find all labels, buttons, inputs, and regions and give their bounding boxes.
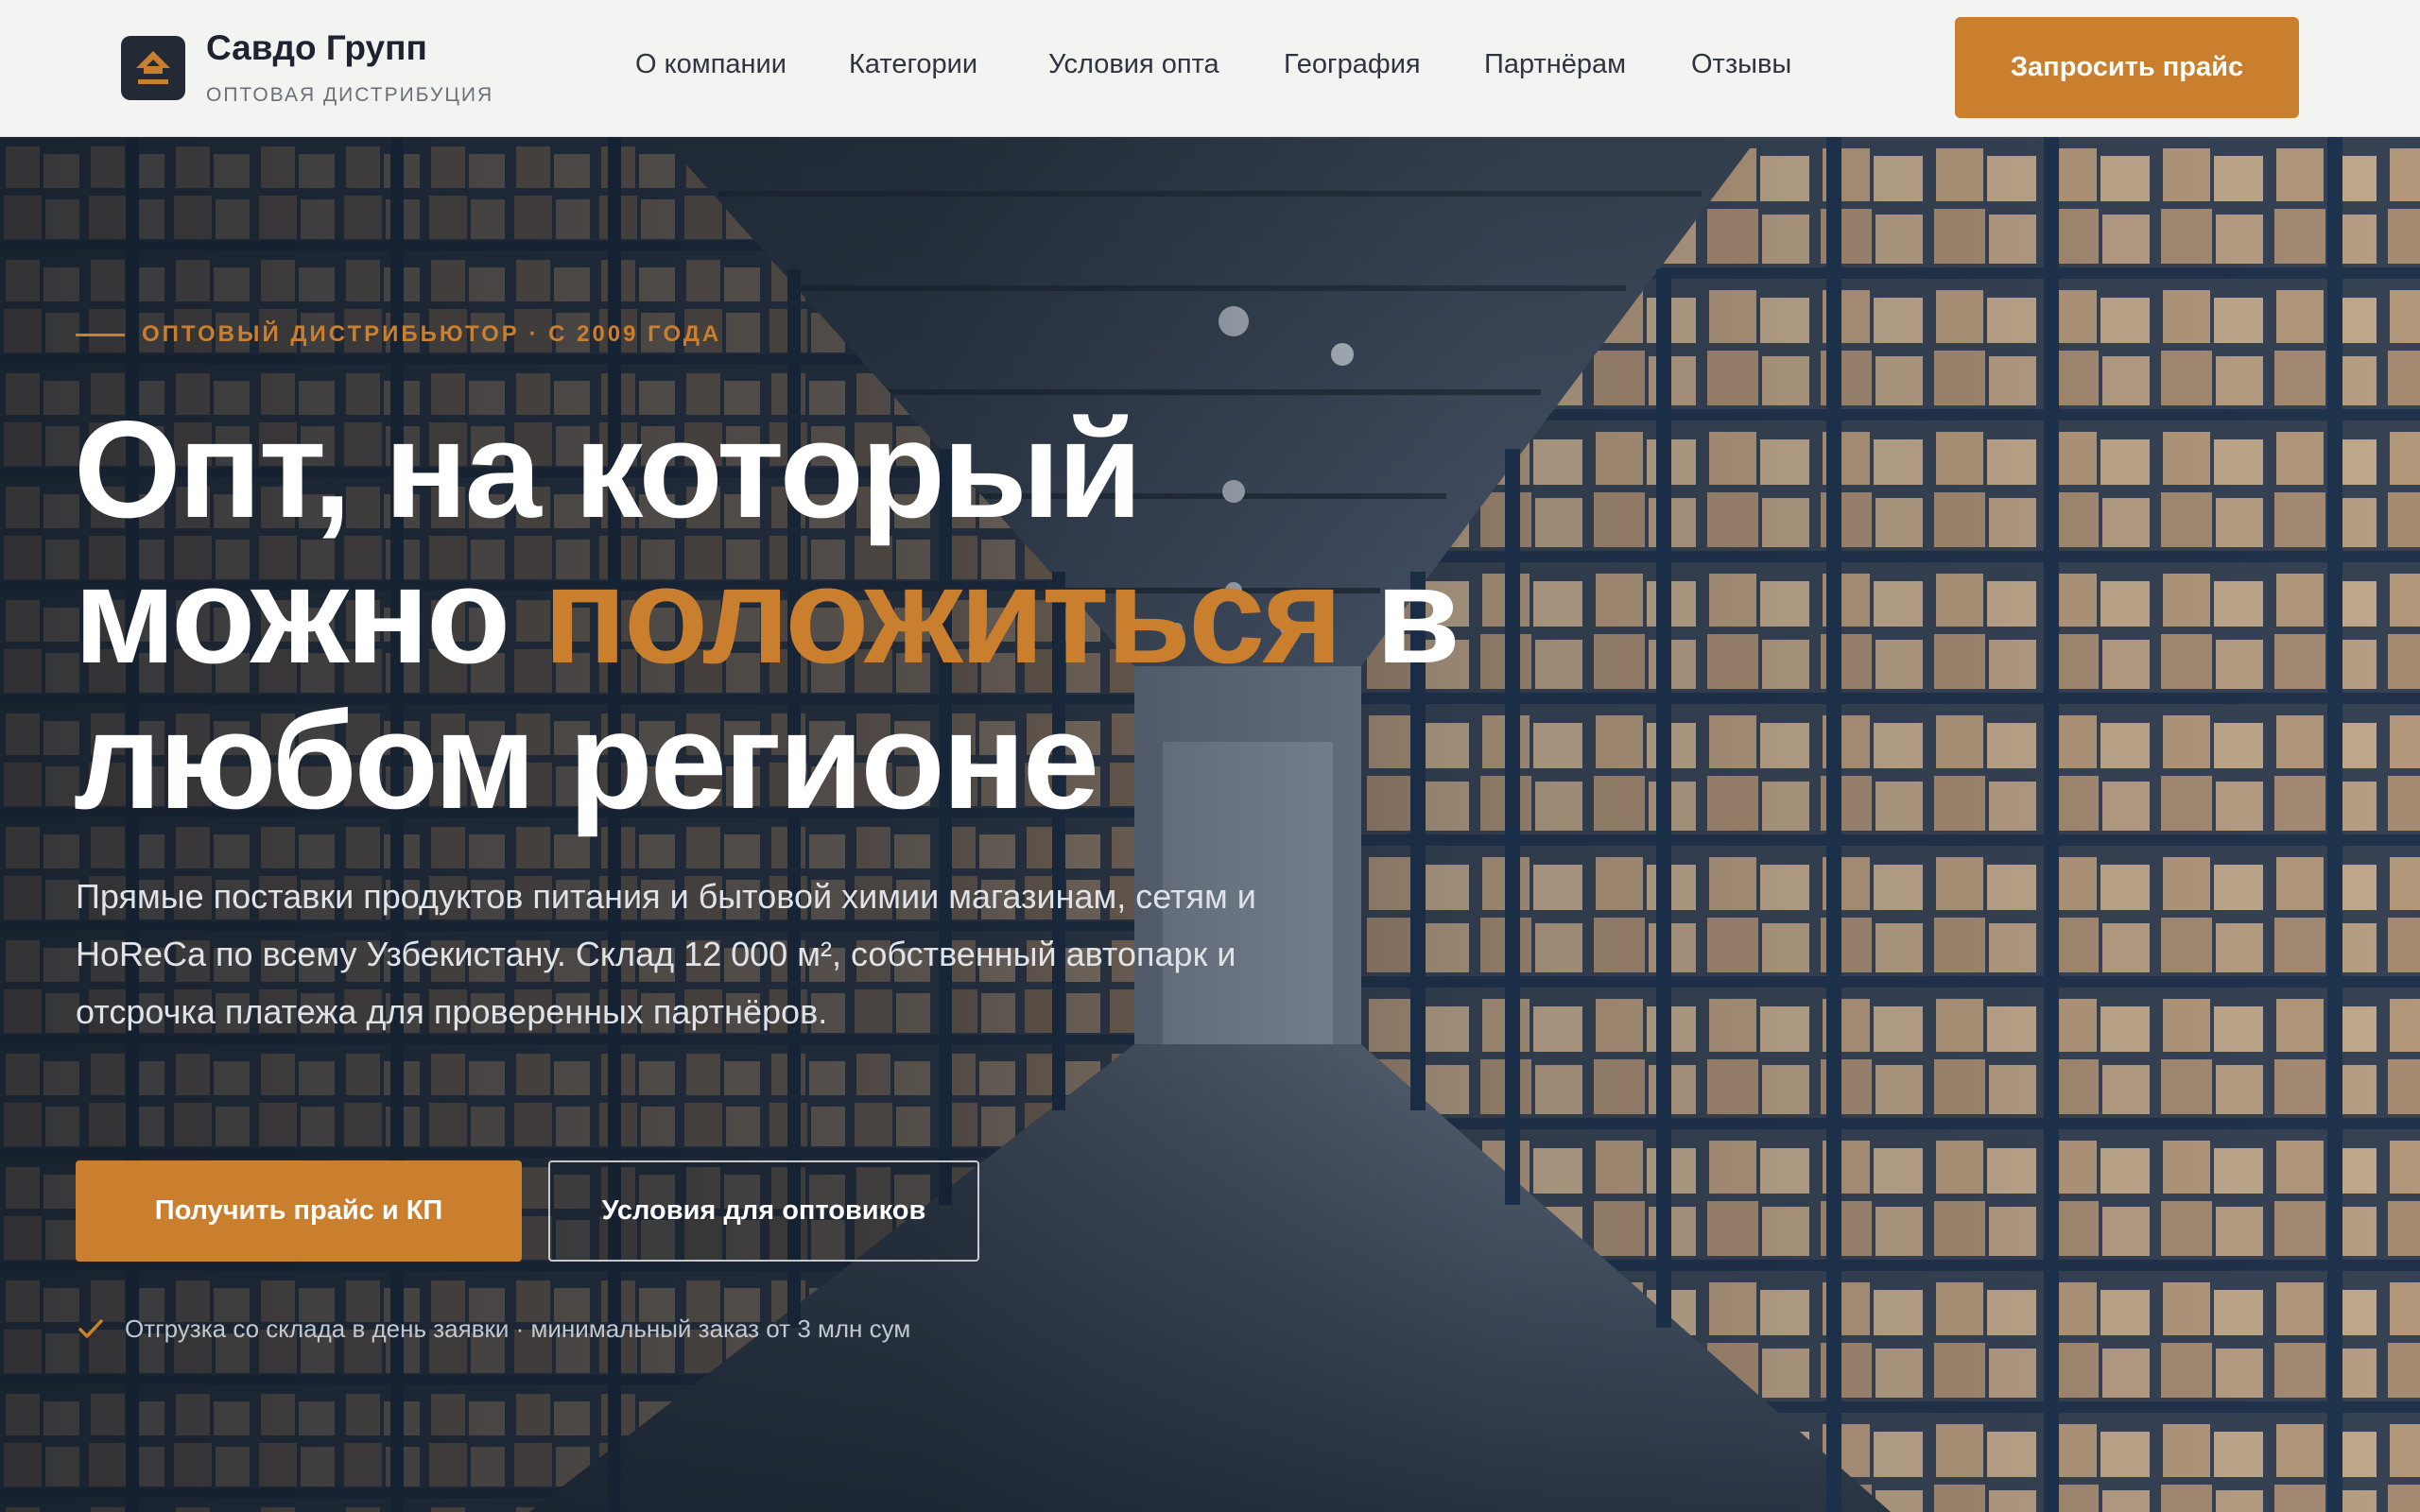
shipping-note: Отгрузка со склада в день заявки · миним… xyxy=(76,1314,910,1344)
get-price-button[interactable]: Получить прайс и КП xyxy=(76,1160,522,1262)
eyebrow-line xyxy=(76,333,125,336)
check-icon xyxy=(78,1319,103,1338)
hero-lead: Прямые поставки продуктов питания и быто… xyxy=(76,877,1256,1031)
nav-item-about[interactable]: О компании xyxy=(635,49,786,80)
request-price-button[interactable]: Запросить прайс xyxy=(1955,17,2299,118)
shipping-note-text: Отгрузка со склада в день заявки · миним… xyxy=(125,1314,911,1343)
brand-name[interactable]: Савдо Групп xyxy=(206,28,427,68)
nav-item-reviews[interactable]: Отзывы xyxy=(1691,49,1791,80)
site-header: Савдо Групп ОПТОВАЯ ДИСТРИБУЦИЯ О компан… xyxy=(0,0,2420,137)
hero-eyebrow: ОПТОВЫЙ ДИСТРИБЬЮТОР · С 2009 ГОДА xyxy=(76,321,721,348)
nav-item-categories[interactable]: Категории xyxy=(849,49,977,80)
brand-tagline: ОПТОВАЯ ДИСТРИБУЦИЯ xyxy=(206,84,494,106)
hero-headline: Опт, на который можно положиться в любом… xyxy=(74,397,1548,833)
logo-icon[interactable] xyxy=(121,36,185,100)
nav-item-partners[interactable]: Партнёрам xyxy=(1484,49,1626,80)
nav-item-wholesale-terms[interactable]: Условия опта xyxy=(1048,49,1219,80)
nav-item-geography[interactable]: География xyxy=(1284,49,1421,80)
eyebrow-text: ОПТОВЫЙ ДИСТРИБЬЮТОР · С 2009 ГОДА xyxy=(142,321,722,347)
headline-accent: положиться xyxy=(543,538,1343,692)
wholesale-terms-button[interactable]: Условия для оптовиков xyxy=(548,1160,979,1262)
